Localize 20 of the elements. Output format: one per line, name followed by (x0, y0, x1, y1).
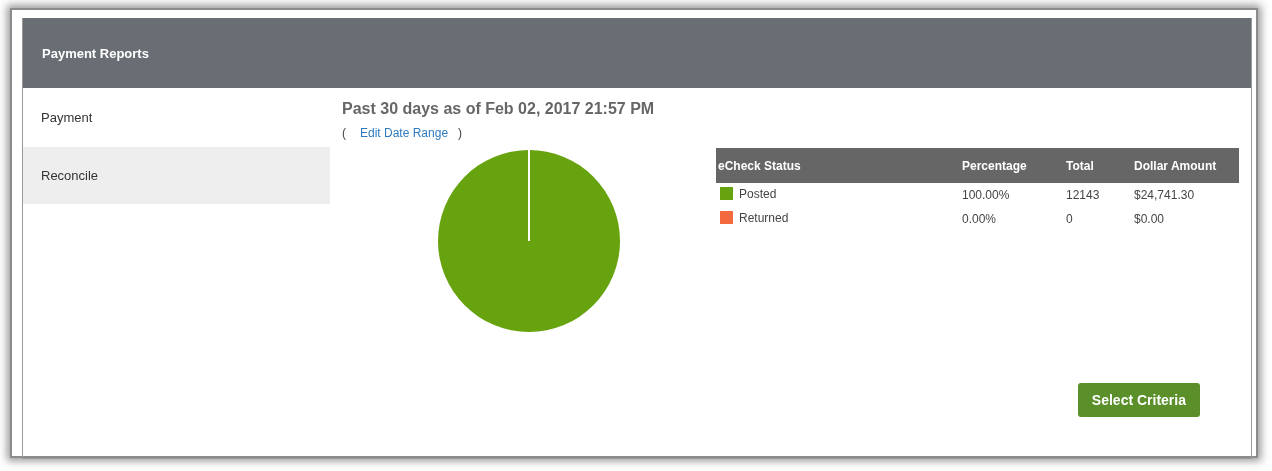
sidebar-item[interactable]: Reconcile (23, 147, 330, 204)
select-criteria-button[interactable]: Select Criteria (1077, 383, 1200, 417)
table-cell: Returned (739, 210, 789, 225)
panel-title: Payment Reports (42, 45, 149, 61)
table-cell: $0.00 (1134, 212, 1165, 226)
column-header: Dollar Amount (1132, 148, 1239, 183)
table-cell: 0.00% (962, 212, 997, 226)
column-header: Total (1064, 148, 1132, 183)
column-header: Percentage (960, 148, 1064, 183)
table-cell: $24,741.30 (1134, 188, 1195, 202)
sidebar-item[interactable]: Payment (23, 88, 330, 147)
parenthesis: ) (458, 126, 463, 140)
table-cell: 12143 (1066, 188, 1100, 202)
report-heading: Past 30 days as of Feb 02, 2017 21:57 PM (342, 100, 656, 118)
table-cell: 0 (1066, 212, 1073, 226)
column-header: eCheck Status (716, 148, 960, 183)
table-cell: Posted (739, 186, 777, 201)
parenthesis: ( (342, 126, 346, 140)
table-cell: 100.00% (962, 188, 1010, 202)
edit-date-range-link[interactable]: Edit Date Range (360, 126, 449, 140)
